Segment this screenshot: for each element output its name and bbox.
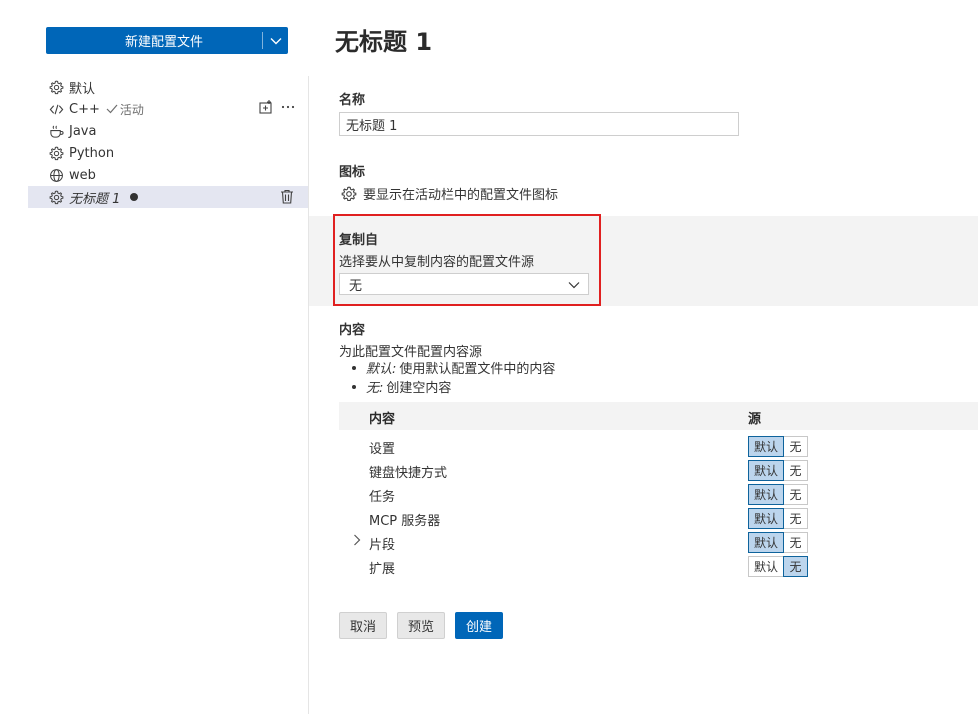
bullet bbox=[352, 365, 356, 370]
table-row[interactable]: 片段 默认 无 bbox=[339, 530, 978, 554]
option-default-button[interactable]: 默认 bbox=[748, 436, 784, 457]
bullet-text: 创建空内容 bbox=[386, 381, 452, 396]
pane-divider[interactable] bbox=[308, 76, 309, 714]
unsaved-dot-icon bbox=[130, 193, 139, 201]
list-item: 无: 创建空内容 bbox=[352, 377, 555, 396]
column-header-source: 源 bbox=[748, 412, 762, 427]
table-row: 键盘快捷方式 默认 无 bbox=[339, 458, 978, 482]
name-section-label: 名称 bbox=[339, 93, 366, 108]
column-header-content: 内容 bbox=[369, 412, 396, 427]
coffee-icon bbox=[48, 123, 64, 139]
source-toggle: 默认 无 bbox=[748, 436, 808, 457]
chevron-right-icon[interactable] bbox=[353, 534, 361, 550]
option-default-button[interactable]: 默认 bbox=[748, 532, 784, 553]
row-name: 片段 bbox=[369, 538, 396, 553]
globe-icon bbox=[48, 167, 64, 183]
profile-item-cpp[interactable]: C++ 活动 bbox=[28, 98, 308, 120]
profile-name: web bbox=[69, 167, 96, 183]
page-title: 无标题 1 bbox=[335, 28, 433, 56]
new-profile-label: 新建配置文件 bbox=[124, 35, 203, 50]
source-toggle: 默认 无 bbox=[748, 556, 808, 577]
profile-item-web[interactable]: web bbox=[28, 164, 308, 186]
profiles-sidebar: 新建配置文件 默认 C++ 活动 Java Python web 无标题 1 bbox=[0, 0, 309, 714]
profile-actions bbox=[258, 98, 296, 120]
icon-section-label: 图标 bbox=[339, 165, 366, 180]
option-none-button[interactable]: 无 bbox=[783, 556, 808, 577]
copy-from-selected: 无 bbox=[349, 278, 363, 294]
profile-list: 默认 C++ 活动 Java Python web 无标题 1 bbox=[28, 76, 308, 208]
profile-name: Python bbox=[69, 145, 115, 161]
active-indicator: 活动 bbox=[106, 101, 144, 118]
bullet-text: 使用默认配置文件中的内容 bbox=[399, 362, 556, 377]
contents-label: 内容 bbox=[339, 323, 366, 338]
gear-icon bbox=[48, 145, 64, 161]
table-row: 扩展 默认 无 bbox=[339, 554, 978, 578]
table-row: MCP 服务器 默认 无 bbox=[339, 506, 978, 530]
copy-from-description: 选择要从中复制内容的配置文件源 bbox=[339, 255, 535, 270]
option-none-button[interactable]: 无 bbox=[783, 436, 808, 457]
profile-item-untitled[interactable]: 无标题 1 bbox=[28, 186, 308, 208]
row-name: 扩展 bbox=[369, 562, 396, 577]
option-none-button[interactable]: 无 bbox=[783, 484, 808, 505]
option-none-button[interactable]: 无 bbox=[783, 460, 808, 481]
bullet-term: 默认: bbox=[366, 362, 397, 377]
icon-section-description: 要显示在活动栏中的配置文件图标 bbox=[363, 188, 559, 203]
chevron-down-icon bbox=[568, 278, 580, 293]
option-default-button[interactable]: 默认 bbox=[748, 508, 784, 529]
gear-icon bbox=[48, 79, 64, 95]
source-toggle: 默认 无 bbox=[748, 508, 808, 529]
row-name: 设置 bbox=[369, 442, 396, 457]
trash-icon[interactable] bbox=[280, 189, 294, 208]
option-default-button[interactable]: 默认 bbox=[748, 484, 784, 505]
table-row: 任务 默认 无 bbox=[339, 482, 978, 506]
icon-picker-row: 要显示在活动栏中的配置文件图标 bbox=[340, 184, 558, 203]
option-none-button[interactable]: 无 bbox=[783, 508, 808, 529]
source-toggle: 默认 无 bbox=[748, 484, 808, 505]
active-label: 活动 bbox=[119, 102, 144, 117]
gear-icon[interactable] bbox=[340, 185, 358, 203]
bullet-term: 无: bbox=[366, 381, 384, 396]
copy-from-select[interactable]: 无 bbox=[339, 273, 589, 295]
profile-name: 默认 bbox=[69, 81, 96, 97]
profile-name: 无标题 1 bbox=[69, 191, 121, 207]
chevron-down-icon[interactable] bbox=[263, 27, 288, 54]
contents-legend: 默认: 使用默认配置文件中的内容 无: 创建空内容 bbox=[352, 358, 555, 396]
option-none-button[interactable]: 无 bbox=[783, 532, 808, 553]
profile-name: C++ bbox=[69, 101, 100, 117]
profile-name-input[interactable] bbox=[339, 112, 739, 136]
table-row: 设置 默认 无 bbox=[339, 434, 978, 458]
create-button[interactable]: 创建 bbox=[455, 612, 503, 639]
list-item: 默认: 使用默认配置文件中的内容 bbox=[352, 358, 555, 377]
option-default-button[interactable]: 默认 bbox=[748, 460, 784, 481]
check-icon bbox=[106, 104, 118, 114]
cancel-button[interactable]: 取消 bbox=[339, 612, 387, 639]
copy-from-label: 复制自 bbox=[339, 233, 379, 248]
profile-item-default[interactable]: 默认 bbox=[28, 76, 308, 98]
contents-table-header: 内容 源 bbox=[339, 402, 978, 430]
source-toggle: 默认 无 bbox=[748, 532, 808, 553]
row-name: 任务 bbox=[369, 490, 396, 505]
profile-name: Java bbox=[69, 123, 97, 139]
more-actions-icon[interactable] bbox=[280, 99, 296, 119]
gear-icon bbox=[48, 189, 64, 205]
preview-button[interactable]: 预览 bbox=[397, 612, 445, 639]
bullet bbox=[352, 384, 356, 389]
profile-item-java[interactable]: Java bbox=[28, 120, 308, 142]
option-default-button[interactable]: 默认 bbox=[748, 556, 784, 577]
new-window-icon[interactable] bbox=[258, 99, 274, 119]
new-profile-button[interactable]: 新建配置文件 bbox=[46, 27, 288, 54]
source-toggle: 默认 无 bbox=[748, 460, 808, 481]
row-name: MCP 服务器 bbox=[369, 514, 441, 529]
profile-item-python[interactable]: Python bbox=[28, 142, 308, 164]
code-icon bbox=[48, 101, 64, 117]
row-name: 键盘快捷方式 bbox=[369, 466, 448, 481]
